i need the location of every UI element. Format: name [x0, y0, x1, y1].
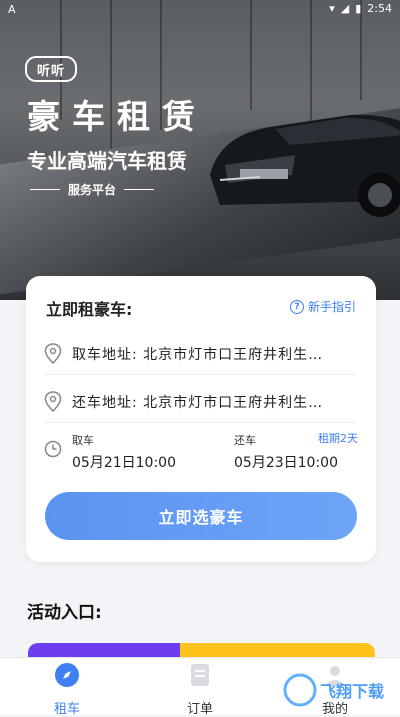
watermark-logo: 飞翔下载: [283, 673, 384, 707]
tab-orders-label: 订单: [186, 702, 213, 717]
return-time[interactable]: 05月23日10:00: [234, 452, 338, 472]
signal-icon: ◢: [340, 2, 350, 15]
booking-title: 立即租豪车:: [46, 300, 133, 319]
pickup-address: 取车地址: 北京市灯市口王府井利生…: [72, 347, 324, 363]
location-pin-icon: [44, 343, 62, 365]
app-logo: 听听: [25, 56, 77, 82]
hero-title: 豪车租赁: [27, 97, 207, 136]
wifi-icon: ▾: [329, 2, 335, 15]
return-address-row[interactable]: 还车地址: 北京市灯市口王府井利生…: [44, 382, 356, 423]
guide-label: 新手指引: [307, 300, 356, 314]
status-bar: A ▾ ◢ ▮ 2:54: [0, 0, 400, 18]
pickup-address-row[interactable]: 取车地址: 北京市灯市口王府井利生…: [44, 334, 356, 375]
divider: [30, 188, 60, 191]
divider: [124, 188, 155, 191]
tab-orders[interactable]: 订单: [170, 662, 230, 717]
tab-rent-label: 租车: [53, 702, 80, 717]
pickup-time-label: 取车: [72, 434, 94, 447]
hero-tag-text: 服务平台: [68, 183, 117, 197]
watermark-text: 飞翔下载: [320, 682, 384, 701]
select-car-button[interactable]: 立即选豪车: [45, 492, 357, 540]
hero-tag: 服务平台: [30, 181, 155, 198]
battery-icon: ▮: [355, 2, 362, 15]
return-address: 还车地址: 北京市灯市口王府井利生…: [72, 395, 324, 411]
question-icon: ?: [289, 299, 304, 314]
hero-subtitle: 专业高端汽车租赁: [27, 149, 187, 173]
document-icon: [191, 664, 209, 686]
rental-duration: 租期2天: [318, 432, 358, 445]
tab-rent[interactable]: 租车: [37, 662, 97, 717]
location-pin-icon: [44, 391, 62, 413]
notification-icon: A: [8, 3, 16, 16]
pickup-time[interactable]: 05月21日10:00: [72, 452, 176, 472]
car-image: [210, 114, 400, 217]
clock-time: 2:54: [367, 2, 392, 15]
return-time-label: 还车: [234, 434, 256, 447]
guide-link[interactable]: ? 新手指引: [289, 298, 356, 315]
clock-icon: [44, 440, 62, 458]
booking-card: 立即租豪车: ? 新手指引 取车地址: 北京市灯市口王府井利生… 还车地址: 北…: [26, 276, 376, 562]
compass-icon: [55, 663, 79, 687]
rental-time-row[interactable]: 取车 05月21日10:00 还车 05月23日10:00 租期2天: [44, 424, 358, 474]
activity-title: 活动入口:: [27, 603, 102, 623]
